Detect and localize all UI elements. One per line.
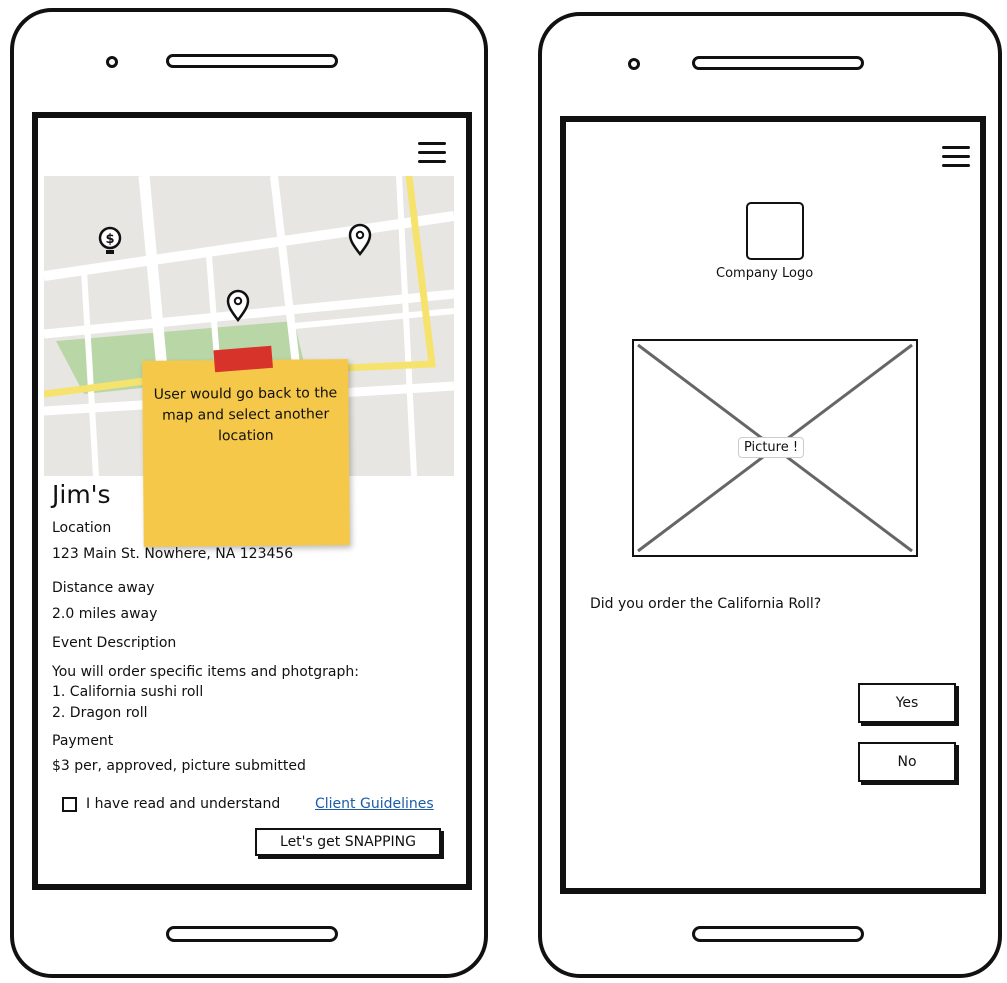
lets-get-snapping-button[interactable]: Let's get SNAPPING (255, 828, 441, 856)
screen-order-confirmation: Company Logo Picture ! Did you order the… (560, 116, 986, 894)
camera-icon (106, 56, 118, 68)
company-logo-caption: Company Logo (716, 266, 814, 281)
sticky-tape (213, 345, 273, 373)
screen-event-details: $ User would go back to the map and sele… (32, 112, 472, 890)
svg-text:$: $ (105, 232, 114, 247)
sticky-note-annotation: User would go back to the map and select… (142, 345, 350, 547)
distance-label: Distance away (52, 580, 155, 596)
event-item: 2. Dragon roll (52, 705, 148, 721)
location-value: 123 Main St. Nowhere, NA 123456 (52, 546, 294, 562)
payment-label: Payment (52, 733, 114, 749)
phone-frame-left: $ User would go back to the map and sele… (10, 8, 488, 978)
sticky-note-text: User would go back to the map and select… (153, 385, 338, 445)
speaker-slot (166, 54, 338, 68)
yes-button[interactable]: Yes (858, 683, 956, 723)
agreement-text: I have read and understand (86, 796, 281, 812)
payment-value: $3 per, approved, picture submitted (52, 758, 306, 774)
event-description-label: Event Description (52, 635, 177, 651)
client-guidelines-link[interactable]: Client Guidelines (315, 796, 434, 812)
hamburger-menu-icon[interactable] (418, 142, 446, 164)
home-button[interactable] (692, 926, 864, 942)
guidelines-checkbox[interactable] (62, 797, 77, 812)
no-button[interactable]: No (858, 742, 956, 782)
speaker-slot (692, 56, 864, 70)
company-logo (746, 202, 804, 260)
hamburger-menu-icon[interactable] (942, 146, 970, 168)
phone-frame-right: Company Logo Picture ! Did you order the… (538, 12, 1002, 978)
order-question: Did you order the California Roll? (590, 596, 822, 612)
event-item: 1. California sushi roll (52, 684, 204, 700)
picture-label: Picture ! (738, 437, 805, 458)
picture-placeholder: Picture ! (632, 339, 918, 557)
camera-icon (628, 58, 640, 70)
home-button[interactable] (166, 926, 338, 942)
distance-value: 2.0 miles away (52, 606, 158, 622)
business-name: Jim's (52, 480, 111, 509)
location-label: Location (52, 520, 112, 536)
event-description-intro: You will order specific items and photgr… (52, 664, 359, 680)
